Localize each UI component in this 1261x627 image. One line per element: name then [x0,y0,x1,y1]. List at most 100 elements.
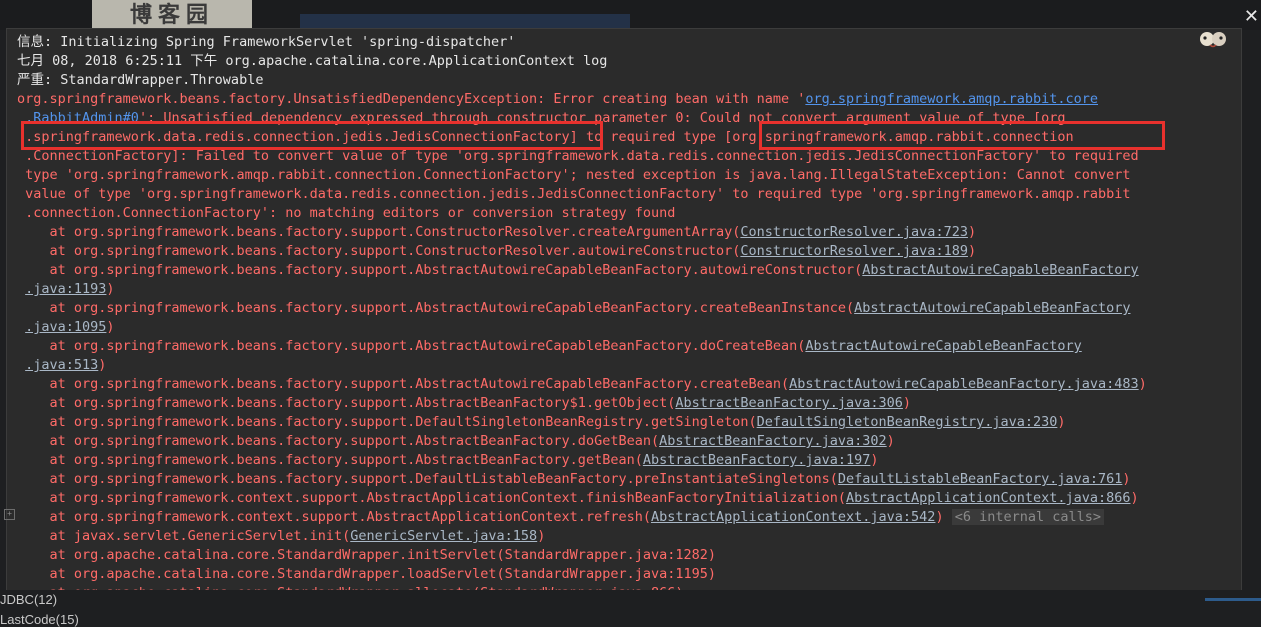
source-link[interactable]: AbstractBeanFactory.java:306 [675,395,903,411]
console-line: .java:513) [17,356,1232,375]
console-line: org.springframework.beans.factory.Unsati… [17,90,1232,109]
internal-calls-badge[interactable]: <6 internal calls> [951,509,1105,525]
console-text: ) [1130,490,1139,506]
console-text: ) [870,452,879,468]
console-text: 信息: Initializing Spring FrameworkServlet… [17,34,516,50]
console-line: .springframework.data.redis.connection.j… [17,128,1232,147]
console-text: ) [98,357,107,373]
console-line: .java:1095) [17,318,1232,337]
panel-accent-bar [1205,598,1261,601]
console-text: at org.springframework.context.support.A… [17,509,651,525]
console-text: .ConnectionFactory]: Failed to convert v… [17,148,1139,164]
console-line: at org.springframework.context.support.A… [17,508,1232,527]
console-text: ) [106,319,115,335]
console-text: ) [1057,414,1066,430]
console-text: at org.springframework.beans.factory.sup… [17,395,676,411]
console-line: value of type 'org.springframework.data.… [17,185,1232,204]
console-line: at org.springframework.beans.factory.sup… [17,223,1232,242]
source-link[interactable]: .java:1193 [25,281,106,297]
console-line: at org.springframework.beans.factory.sup… [17,299,1232,318]
source-link[interactable]: ConstructorResolver.java:189 [740,243,968,259]
source-link[interactable]: DefaultListableBeanFactory.java:761 [838,471,1122,487]
console-text: value of type 'org.springframework.data.… [17,186,1131,202]
source-link[interactable]: AbstractBeanFactory.java:197 [643,452,871,468]
console-text: at org.springframework.beans.factory.sup… [17,471,838,487]
source-link[interactable]: AbstractAutowireCapableBeanFactory [805,338,1081,354]
console-line: .ConnectionFactory]: Failed to convert v… [17,147,1232,166]
bottom-item-jdbc[interactable]: JDBC(12) [0,592,57,607]
console-line: .java:1193) [17,280,1232,299]
source-link[interactable]: ConstructorResolver.java:723 [740,224,968,240]
console-line: at org.springframework.context.support.A… [17,489,1232,508]
console-line: .connection.ConnectionFactory': no match… [17,204,1232,223]
console-line: at org.springframework.beans.factory.sup… [17,394,1232,413]
source-link[interactable]: AbstractApplicationContext.java:866 [846,490,1130,506]
console-line: at org.springframework.beans.factory.sup… [17,337,1232,356]
bottom-panel: JDBC(12) LastCode(15) [0,590,1261,627]
console-text: at org.springframework.beans.factory.sup… [17,414,757,430]
console-popup: 信息: Initializing Spring FrameworkServlet… [6,28,1242,592]
bottom-item-lastcode[interactable]: LastCode(15) [0,612,79,627]
console-line: at org.springframework.beans.factory.sup… [17,413,1232,432]
close-button[interactable]: ✕ [1244,6,1259,27]
console-line: 七月 08, 2018 6:25:11 下午 org.apache.catali… [17,52,1232,71]
console-line: 严重: StandardWrapper.Throwable [17,71,1232,90]
console-line: at org.springframework.beans.factory.sup… [17,242,1232,261]
console-text: ) [1138,376,1147,392]
console-text: type 'org.springframework.amqp.rabbit.co… [17,167,1131,183]
console-text: .springframework.data.redis.connection.j… [17,129,1074,145]
blog-logo: 博客园 [92,0,252,28]
source-link[interactable]: org.springframework.amqp.rabbit.core [805,91,1098,107]
console-text: ) [935,509,952,525]
console-text: ) [886,433,895,449]
console-line: at org.springframework.beans.factory.sup… [17,432,1232,451]
console-text: at org.springframework.beans.factory.sup… [17,300,855,316]
console-text: at org.apache.catalina.core.StandardWrap… [17,566,716,582]
console-line: 信息: Initializing Spring FrameworkServlet… [17,33,1232,52]
source-link[interactable]: .RabbitAdmin#0 [25,110,139,126]
source-link[interactable]: AbstractAutowireCapableBeanFactory [862,262,1138,278]
console-text: ) [106,281,115,297]
console-line: at org.springframework.beans.factory.sup… [17,470,1232,489]
console-text: ) [967,243,977,259]
source-link[interactable]: AbstractBeanFactory.java:302 [659,433,887,449]
console-output: 信息: Initializing Spring FrameworkServlet… [17,33,1232,591]
console-text: org.springframework.beans.factory.Unsati… [17,91,806,107]
console-text: .connection.ConnectionFactory': no match… [17,205,676,221]
console-text: at org.springframework.beans.factory.sup… [17,262,863,278]
console-line: type 'org.springframework.amqp.rabbit.co… [17,166,1232,185]
console-text: 七月 08, 2018 6:25:11 下午 org.apache.catali… [17,53,608,69]
console-line: at javax.servlet.GenericServlet.init(Gen… [17,527,1232,546]
source-link[interactable]: AbstractApplicationContext.java:542 [651,509,935,525]
console-text: ) [537,528,546,544]
console-text: at org.springframework.beans.factory.sup… [17,338,806,354]
console-text: ) [1122,471,1131,487]
console-line: at org.springframework.beans.factory.sup… [17,261,1232,280]
console-text: ) [902,395,912,411]
mascot-icon [1200,32,1226,48]
source-link[interactable]: GenericServlet.java:158 [350,528,537,544]
expand-icon[interactable]: + [4,509,15,520]
console-text: at org.springframework.context.support.A… [17,490,847,506]
console-text: at javax.servlet.GenericServlet.init( [17,528,351,544]
console-line: at org.springframework.beans.factory.sup… [17,451,1232,470]
source-link[interactable]: .java:1095 [25,319,106,335]
console-text: 严重: StandardWrapper.Throwable [17,72,264,88]
console-line: at org.apache.catalina.core.StandardWrap… [17,565,1232,584]
console-text: at org.springframework.beans.factory.sup… [17,224,741,240]
console-text: at org.apache.catalina.core.StandardWrap… [17,547,716,563]
source-link[interactable]: AbstractAutowireCapableBeanFactory.java:… [789,376,1139,392]
source-link[interactable]: DefaultSingletonBeanRegistry.java:230 [757,414,1058,430]
source-link[interactable]: AbstractAutowireCapableBeanFactory [854,300,1130,316]
console-text: at org.springframework.beans.factory.sup… [17,452,643,468]
console-line: .RabbitAdmin#0': Unsatisfied dependency … [17,109,1232,128]
source-link[interactable]: .java:513 [25,357,98,373]
console-line: at org.springframework.beans.factory.sup… [17,375,1232,394]
console-text: at org.springframework.beans.factory.sup… [17,243,741,259]
console-text: at org.springframework.beans.factory.sup… [17,376,790,392]
console-text: ) [967,224,977,240]
